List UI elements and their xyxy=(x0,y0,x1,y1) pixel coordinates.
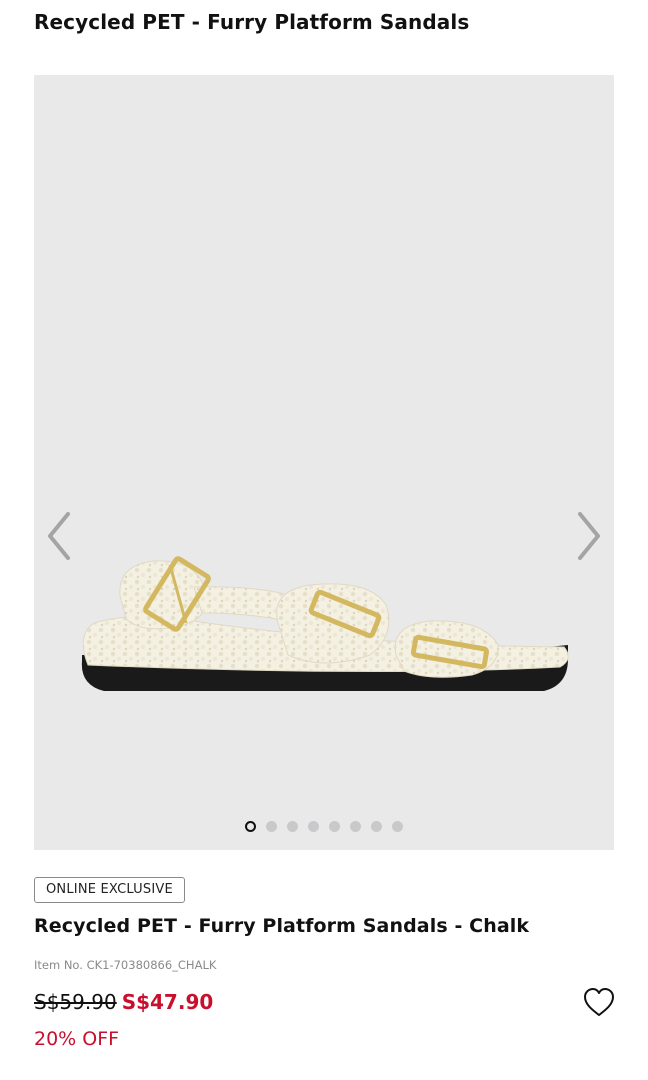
pagination-dot[interactable] xyxy=(308,821,319,832)
product-page: Recycled PET - Furry Platform Sandals ON… xyxy=(0,0,648,1080)
chevron-right-icon[interactable] xyxy=(570,508,606,564)
pagination-dot[interactable] xyxy=(350,821,361,832)
page-title: Recycled PET - Furry Platform Sandals xyxy=(34,10,470,34)
pagination-dot[interactable] xyxy=(245,821,256,832)
sale-price: S$47.90 xyxy=(121,990,214,1014)
pagination-dot[interactable] xyxy=(266,821,277,832)
chevron-left-icon[interactable] xyxy=(42,508,78,564)
discount-label: 20% OFF xyxy=(34,1028,120,1050)
online-exclusive-badge: ONLINE EXCLUSIVE xyxy=(34,877,185,903)
product-name: Recycled PET - Furry Platform Sandals - … xyxy=(34,915,530,937)
image-pagination xyxy=(34,821,614,832)
original-price: S$59.90 xyxy=(34,990,117,1014)
item-number: Item No. CK1-70380866_CHALK xyxy=(34,958,217,972)
pagination-dot[interactable] xyxy=(329,821,340,832)
pagination-dot[interactable] xyxy=(287,821,298,832)
pagination-dot[interactable] xyxy=(371,821,382,832)
price-row: S$59.90 S$47.90 xyxy=(34,988,213,1016)
product-gallery[interactable] xyxy=(34,75,614,850)
product-image xyxy=(81,556,569,691)
heart-icon[interactable] xyxy=(582,986,616,1018)
pagination-dot[interactable] xyxy=(392,821,403,832)
